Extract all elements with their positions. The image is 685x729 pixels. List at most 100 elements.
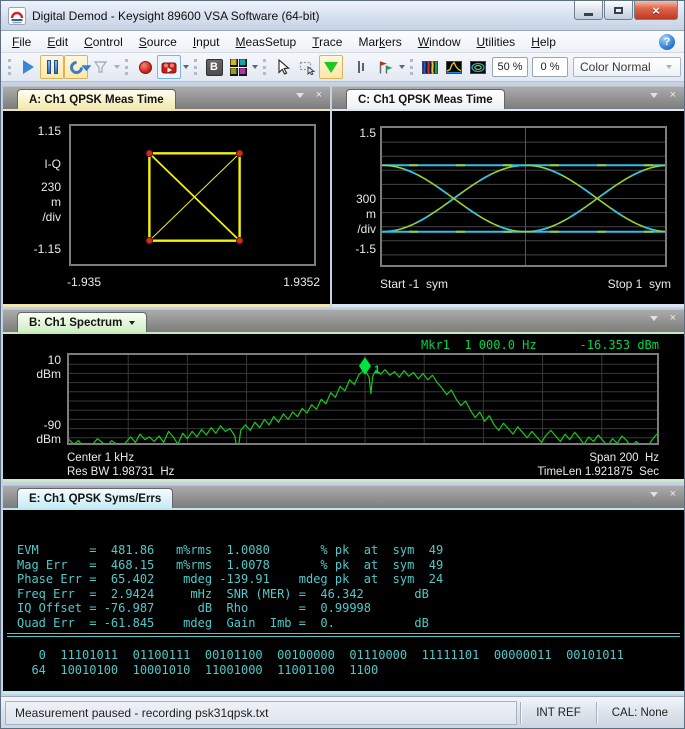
status-bar: Measurement paused - recording psk31qpsk… (1, 696, 684, 728)
window-layout-button[interactable]: ▦▦▦▦ (226, 55, 250, 79)
waterfall-view-icon (470, 61, 486, 74)
menu-edit[interactable]: Edit (39, 32, 76, 52)
spectrum-view-button[interactable] (442, 55, 466, 79)
window-controls: × (573, 1, 678, 20)
window-a-qpsk-meas-time: A: Ch1 QPSK Meas Time × 1.15 I-Q 230 m /… (3, 86, 330, 307)
window-c-bottom-strip (332, 304, 684, 307)
window-b-spectrum: B: Ch1 Spectrum × Mkr1 1 000.0 Hz -16.35… (3, 309, 684, 482)
toolbar-grip[interactable] (263, 59, 266, 75)
toolbar-grip[interactable] (8, 59, 11, 75)
window-e-menu-caret-icon[interactable] (650, 492, 658, 497)
record-options-caret-icon[interactable] (183, 65, 189, 69)
window-b-bottom-strip (3, 479, 684, 482)
menu-trace[interactable]: Trace (304, 32, 350, 52)
window-e-syms-errs: E: Ch1 QPSK Syms/Errs × EVM = 481.86 m%r… (3, 485, 684, 694)
maximize-button[interactable] (604, 1, 633, 20)
close-button[interactable]: × (634, 1, 678, 20)
vsa-application-window: Digital Demod - Keysight 89600 VSA Softw… (0, 0, 685, 729)
window-c-menu-caret-icon[interactable] (650, 93, 658, 98)
menu-window[interactable]: Window (410, 32, 469, 52)
window-a-close-icon[interactable]: × (316, 90, 322, 101)
symbol-row-64: 64 10010100 10001010 11001000 11001100 1… (17, 663, 624, 678)
marker-tool-button[interactable] (319, 55, 343, 79)
error-row-evm: EVM = 481.86 m%rms 1.0080 % pk at sym 49 (17, 543, 443, 558)
c-x-stop-label: Stop 1 sym (571, 277, 671, 291)
window-c-close-icon[interactable]: × (670, 90, 676, 101)
single-capture-button[interactable] (88, 55, 112, 79)
minimize-button[interactable] (574, 1, 603, 20)
tab-b-ch1-spectrum[interactable]: B: Ch1 Spectrum (17, 312, 147, 332)
measurement-select-button[interactable]: B (202, 55, 226, 79)
help-icon[interactable]: ? (659, 34, 675, 50)
c-scale-value-label: 300 (334, 192, 376, 206)
marker-flags-icon (377, 60, 394, 75)
error-row-phase-err: Phase Err = 65.402 mdeg -139.91 mdeg pk … (17, 572, 443, 587)
menu-meassetup[interactable]: MeasSetup (228, 32, 305, 52)
window-a-plot-area: 1.15 I-Q 230 m /div -1.15 -1.935 1.9352 (3, 111, 330, 304)
menu-utilities[interactable]: Utilities (469, 32, 524, 52)
b-y-max-unit-label: dBm (9, 367, 61, 381)
constellation-plot[interactable] (69, 124, 316, 266)
svg-text:1: 1 (374, 364, 380, 376)
app-icon (8, 7, 26, 25)
pointer-tool-button[interactable] (271, 55, 295, 79)
calibration-status-panel[interactable]: CAL: None (600, 701, 680, 725)
play-button[interactable] (16, 55, 40, 79)
color-mode-caret-icon (666, 65, 672, 69)
close-icon: × (652, 4, 660, 17)
layout-options-caret-icon[interactable] (252, 65, 258, 69)
b-time-len-label: TimeLen 1.921875 Sec (459, 466, 659, 478)
b-y-max-label: 10 (9, 353, 61, 367)
toolbar-grip[interactable] (194, 59, 197, 75)
spectrum-plot[interactable]: 1 (67, 353, 659, 445)
window-a-tab-strip: A: Ch1 QPSK Meas Time × (3, 86, 330, 109)
marker-flags-button[interactable] (373, 55, 397, 79)
pause-button[interactable] (40, 55, 64, 79)
spectrum-view-icon (446, 61, 462, 74)
marker-bars-button[interactable] (349, 55, 373, 79)
error-row-freq-err: Freq Err = 2.9424 mHz SNR (MER) = 46.342… (17, 587, 443, 602)
restart-button[interactable] (64, 55, 88, 79)
reference-status-panel[interactable]: INT REF (524, 701, 593, 725)
color-mode-select[interactable]: Color Normal (573, 57, 681, 77)
reference-percent-field[interactable]: 0 % (532, 57, 568, 77)
menu-file[interactable]: File (4, 32, 39, 52)
tab-c-ch1-qpsk-meas-time[interactable]: C: Ch1 QPSK Meas Time (346, 89, 505, 109)
b-span-label: Span 200 Hz (459, 452, 659, 464)
window-b-close-icon[interactable]: × (670, 313, 676, 324)
single-capture-icon (93, 60, 108, 74)
recording-playback-button[interactable] (157, 55, 181, 79)
tab-a-ch1-qpsk-meas-time[interactable]: A: Ch1 QPSK Meas Time (17, 89, 176, 109)
eye-diagram-plot[interactable] (380, 126, 667, 267)
window-e-close-icon[interactable]: × (670, 489, 676, 500)
title-bar[interactable]: Digital Demod - Keysight 89600 VSA Softw… (1, 1, 684, 31)
menu-markers[interactable]: Markers (350, 32, 409, 52)
toolbar-grip[interactable] (410, 59, 413, 75)
toolbar-grip[interactable] (125, 59, 128, 75)
menu-control[interactable]: Control (76, 32, 131, 52)
c-y-max-label: 1.5 (334, 126, 376, 140)
window-a-menu-caret-icon[interactable] (296, 93, 304, 98)
menu-input[interactable]: Input (185, 32, 228, 52)
window-b-menu-caret-icon[interactable] (650, 316, 658, 321)
trace-zoom-percent-field[interactable]: 50 % (492, 57, 528, 77)
marker-level-readout: -16.353 dBm (580, 338, 659, 352)
menu-source[interactable]: Source (131, 32, 185, 52)
tab-e-ch1-qpsk-syms-errs[interactable]: E: Ch1 QPSK Syms/Errs (17, 488, 173, 508)
a-scale-unit-label: m (7, 195, 61, 209)
a-x-min-label: -1.935 (67, 275, 101, 289)
window-title: Digital Demod - Keysight 89600 VSA Softw… (32, 9, 319, 23)
spectrogram-view-button[interactable] (418, 55, 442, 79)
zoom-select-tool-button[interactable] (295, 55, 319, 79)
marker-options-caret-icon[interactable] (399, 65, 405, 69)
run-options-caret-icon[interactable] (114, 65, 120, 69)
marker-bars-icon (358, 61, 364, 73)
restart-icon (67, 58, 85, 76)
record-button[interactable] (133, 55, 157, 79)
window-e-bottom-strip (3, 691, 684, 694)
zoom-select-icon (299, 60, 316, 75)
waterfall-view-button[interactable] (466, 55, 490, 79)
window-a-bottom-strip (3, 304, 330, 307)
status-separator (520, 702, 521, 724)
menu-help[interactable]: Help (523, 32, 564, 52)
